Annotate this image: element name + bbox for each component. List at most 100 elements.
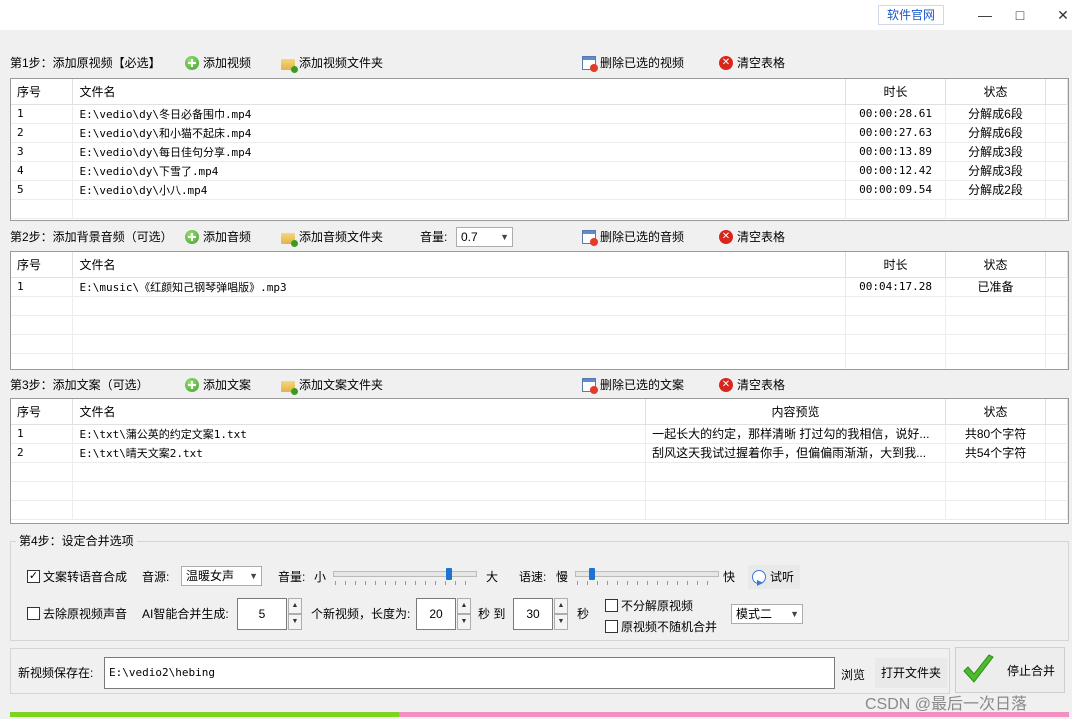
table-row[interactable]: 2 E:\txt\晴天文案2.txt 刮风这天我试过握着你手，但偏偏雨渐渐，大到我.…	[11, 443, 1068, 463]
row-num: 2	[11, 443, 74, 463]
add-audio-label: 添加音频	[203, 230, 252, 244]
slider-thumb[interactable]	[589, 568, 595, 580]
col-num[interactable]: 序号	[11, 252, 74, 278]
add-text-folder-button[interactable]: 添加文案文件夹	[281, 375, 383, 395]
count-up-button[interactable]: ▲	[288, 598, 302, 614]
row-file: E:\music\《红颜知己钢琴弹唱版》.mp3	[72, 277, 847, 297]
table-row[interactable]: 5 E:\vedio\dy\小八.mp4 00:00:09.54 分解成2段	[11, 180, 1068, 200]
maximize-button[interactable]: □	[1005, 4, 1035, 26]
max-length-down-button[interactable]: ▼	[554, 614, 568, 630]
audio-volume-select[interactable]: 0.7 ▼	[456, 227, 513, 247]
remove-audio-label[interactable]: 去除原视频声音	[43, 606, 127, 622]
no-random-checkbox[interactable]	[605, 620, 618, 633]
add-audio-folder-button[interactable]: 添加音频文件夹	[281, 227, 383, 247]
audio-volume-label: 音量:	[420, 230, 448, 244]
no-random-label[interactable]: 原视频不随机合并	[621, 619, 717, 635]
col-num[interactable]: 序号	[11, 399, 74, 425]
stop-merge-button[interactable]: 停止合并	[955, 647, 1065, 693]
table-row[interactable]: 1 E:\vedio\dy\冬日必备围巾.mp4 00:00:28.61 分解成6段	[11, 104, 1068, 124]
empty-row	[11, 315, 1068, 335]
clear-text-table-button[interactable]: 清空表格	[719, 375, 785, 395]
table-row[interactable]: 1 E:\txt\蒲公英的约定文案1.txt 一起长大的约定，那样清晰 打过勾的我相…	[11, 424, 1068, 444]
col-status[interactable]: 状态	[945, 252, 1046, 278]
delete-selected-text-button[interactable]: 删除已选的文案	[582, 375, 684, 395]
video-table[interactable]: 序号 文件名 时长 状态 1 E:\vedio\dy\冬日必备围巾.mp4 00:0…	[10, 78, 1069, 221]
clear-video-table-button[interactable]: 清空表格	[719, 53, 785, 73]
table-row[interactable]: 4 E:\vedio\dy\下雪了.mp4 00:00:12.42 分解成3段	[11, 161, 1068, 181]
add-video-button[interactable]: 添加视频	[185, 53, 251, 73]
delete-audio-label: 删除已选的音频	[600, 230, 685, 244]
row-status: 分解成6段	[945, 104, 1046, 124]
clear-icon	[719, 230, 733, 244]
no-split-checkbox[interactable]	[605, 599, 618, 612]
row-spacer	[1045, 123, 1068, 143]
mode-select[interactable]: 模式二 ▼	[731, 604, 803, 624]
clear-video-label: 清空表格	[737, 56, 786, 70]
add-text-button[interactable]: 添加文案	[185, 375, 251, 395]
min-length-up-button[interactable]: ▲	[457, 598, 471, 614]
voice-select[interactable]: 温暖女声 ▼	[181, 566, 262, 586]
remove-audio-checkbox[interactable]	[27, 607, 40, 620]
delete-rows-icon	[582, 56, 598, 72]
open-folder-button[interactable]: 打开文件夹	[875, 658, 947, 688]
chevron-down-icon: ▼	[500, 232, 509, 242]
col-filename[interactable]: 文件名	[72, 399, 647, 425]
text-table[interactable]: 序号 文件名 内容预览 状态 1 E:\txt\蒲公英的约定文案1.txt 一起长大…	[10, 398, 1069, 524]
row-file: E:\txt\晴天文案2.txt	[72, 443, 647, 463]
save-path-input[interactable]: E:\vedio2\hebing	[104, 657, 835, 689]
add-icon	[185, 230, 199, 244]
row-spacer	[1045, 161, 1068, 181]
max-length-input[interactable]: 30	[513, 598, 553, 630]
max-length-up-button[interactable]: ▲	[554, 598, 568, 614]
col-num[interactable]: 序号	[11, 79, 74, 105]
browse-button[interactable]: 浏览	[838, 665, 868, 684]
table-row[interactable]: 2 E:\vedio\dy\和小猫不起床.mp4 00:00:27.63 分解成6段	[11, 123, 1068, 143]
audio-table[interactable]: 序号 文件名 时长 状态 1 E:\music\《红颜知己钢琴弹唱版》.mp3 00…	[10, 251, 1069, 370]
close-button[interactable]: ✕	[1048, 4, 1072, 26]
min-length-input[interactable]: 20	[416, 598, 456, 630]
col-filename[interactable]: 文件名	[72, 252, 847, 278]
delete-selected-audio-button[interactable]: 删除已选的音频	[582, 227, 684, 247]
col-spacer	[1045, 399, 1068, 425]
add-text-folder-label: 添加文案文件夹	[299, 378, 384, 392]
tts-volume-slider[interactable]	[333, 567, 477, 587]
folder-add-icon	[281, 232, 298, 247]
col-filename[interactable]: 文件名	[72, 79, 847, 105]
speed-slider[interactable]	[575, 567, 719, 587]
col-status[interactable]: 状态	[945, 79, 1046, 105]
delete-selected-video-button[interactable]: 删除已选的视频	[582, 53, 684, 73]
seconds-label: 秒	[577, 607, 590, 621]
row-num: 2	[11, 123, 74, 143]
add-video-folder-label: 添加视频文件夹	[299, 56, 384, 70]
col-status[interactable]: 状态	[945, 399, 1046, 425]
listen-button[interactable]: ▶ 试听	[748, 565, 800, 589]
add-video-folder-button[interactable]: 添加视频文件夹	[281, 53, 383, 73]
col-duration[interactable]: 时长	[845, 252, 947, 278]
slider-ticks	[335, 581, 475, 585]
row-preview: 一起长大的约定，那样清晰 打过勾的我相信，说好...	[645, 424, 947, 444]
minimize-button[interactable]: —	[970, 4, 1000, 26]
folder-add-icon	[281, 58, 298, 73]
video-count-input[interactable]: 5	[237, 598, 287, 630]
table-row[interactable]: 3 E:\vedio\dy\每日佳句分享.mp4 00:00:13.89 分解成3段	[11, 142, 1068, 162]
slider-thumb[interactable]	[446, 568, 452, 580]
add-video-label: 添加视频	[203, 56, 252, 70]
row-status: 分解成2段	[945, 180, 1046, 200]
clear-audio-table-button[interactable]: 清空表格	[719, 227, 785, 247]
add-audio-button[interactable]: 添加音频	[185, 227, 251, 247]
table-row[interactable]: 1 E:\music\《红颜知己钢琴弹唱版》.mp3 00:04:17.28 已准备	[11, 277, 1068, 297]
tts-label[interactable]: 文案转语音合成	[43, 569, 127, 585]
folder-add-icon	[281, 380, 298, 395]
step3-label: 第3步：添加文案（可选）	[10, 378, 149, 392]
no-split-label[interactable]: 不分解原视频	[621, 598, 693, 614]
col-duration[interactable]: 时长	[845, 79, 947, 105]
count-down-button[interactable]: ▼	[288, 614, 302, 630]
official-site-link[interactable]: 软件官网	[878, 5, 944, 25]
min-length-down-button[interactable]: ▼	[457, 614, 471, 630]
row-file: E:\vedio\dy\和小猫不起床.mp4	[72, 123, 847, 143]
audio-volume-value: 0.7	[461, 230, 478, 244]
delete-rows-icon	[582, 230, 598, 246]
add-icon	[185, 56, 199, 70]
tts-checkbox[interactable]: ✓	[27, 570, 40, 583]
col-preview[interactable]: 内容预览	[645, 399, 947, 425]
